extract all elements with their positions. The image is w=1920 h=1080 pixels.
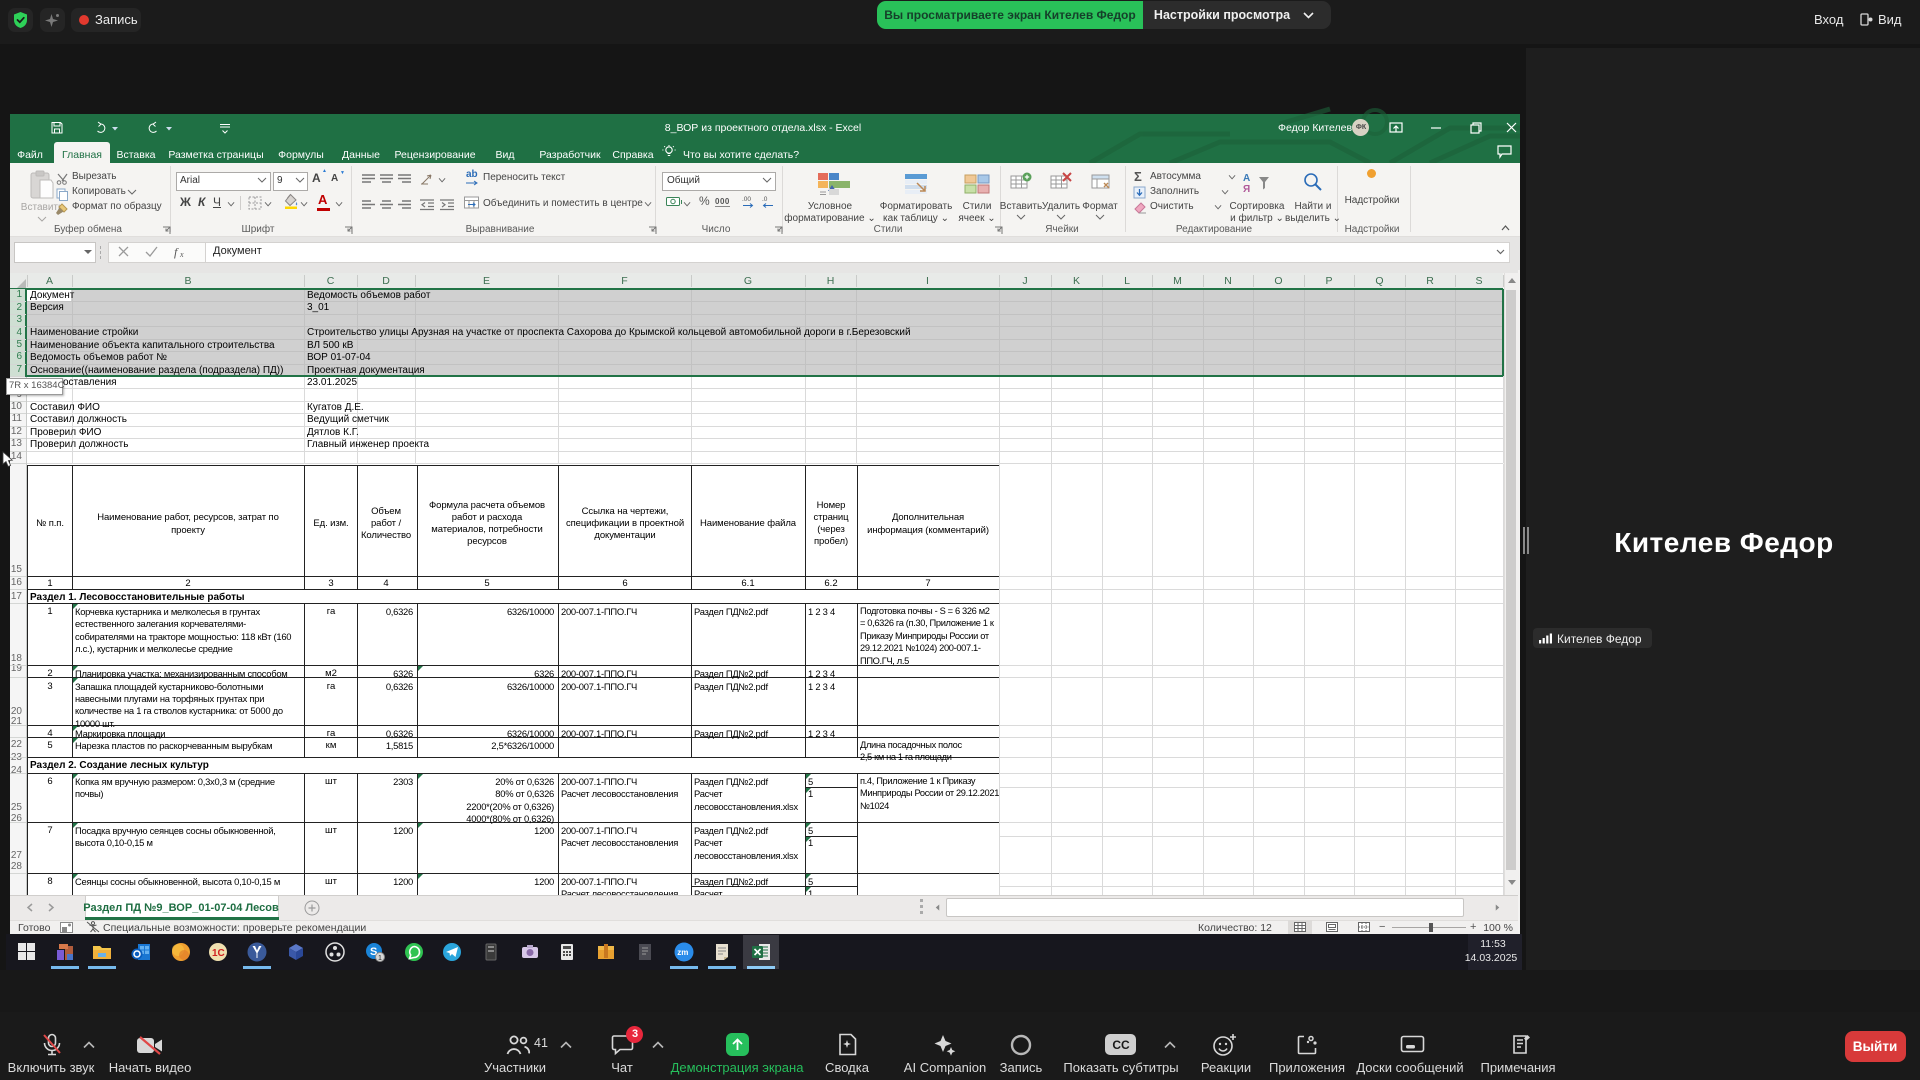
svg-text:x: x: [179, 250, 184, 259]
svg-text:.00: .00: [742, 196, 751, 203]
svg-text:1: 1: [378, 955, 382, 962]
svg-text:1С: 1С: [212, 948, 225, 959]
svg-text:А: А: [1243, 173, 1250, 184]
svg-text:Я: Я: [1243, 184, 1250, 195]
svg-text:f: f: [174, 245, 179, 259]
svg-text:.0: .0: [762, 196, 768, 203]
svg-text:zm: zm: [677, 948, 688, 957]
